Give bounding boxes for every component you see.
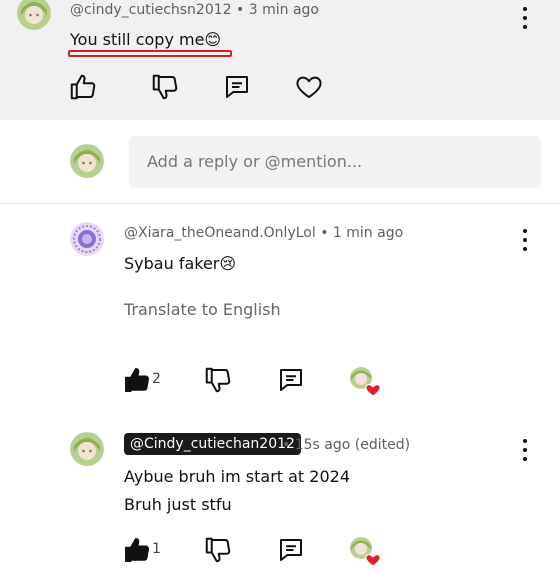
timestamp: 3 min ago: [248, 2, 319, 18]
more-vertical-icon[interactable]: [515, 437, 535, 463]
translate-link[interactable]: Translate to English: [124, 300, 281, 319]
like-count: 2: [152, 371, 161, 387]
reply-input[interactable]: Add a reply or @mention...: [129, 136, 541, 188]
avatar[interactable]: [70, 222, 104, 256]
reply-meta: @Xiara_theOneand.OnlyLol • 1 min ago: [124, 225, 403, 241]
reply-icon[interactable]: [276, 365, 306, 395]
author-handle[interactable]: @cindy_cutiechsn2012: [70, 2, 232, 18]
reply-placeholder: Add a reply or @mention...: [147, 152, 363, 171]
creator-heart-icon[interactable]: [349, 536, 381, 568]
more-vertical-icon[interactable]: [515, 227, 535, 253]
thumbs-down-icon[interactable]: [203, 535, 233, 565]
heart-icon[interactable]: [294, 72, 324, 102]
timestamp: 1 min ago: [332, 225, 404, 241]
current-user-avatar: [70, 144, 104, 178]
comment-meta: @cindy_cutiechsn2012 • 3 min ago: [70, 2, 319, 18]
divider: [0, 203, 560, 204]
thumbs-up-icon[interactable]: [122, 365, 152, 395]
avatar[interactable]: [17, 0, 51, 30]
comment-text: You still copy me😊: [70, 30, 222, 49]
thumbs-down-icon[interactable]: [203, 365, 233, 395]
thumbs-up-icon[interactable]: [122, 535, 152, 565]
thumbs-down-icon[interactable]: [150, 72, 180, 102]
separator: •: [236, 2, 245, 18]
thumbs-up-icon[interactable]: [68, 72, 98, 102]
reply-text-line: Aybue bruh im start at 2024: [124, 467, 351, 486]
highlight-underline: [68, 50, 232, 57]
timestamp: 15s ago (edited): [294, 437, 411, 453]
top-comment: @cindy_cutiechsn2012 • 3 min ago You sti…: [0, 0, 560, 120]
reply-icon[interactable]: [222, 72, 252, 102]
more-vertical-icon[interactable]: [515, 5, 535, 31]
author-handle[interactable]: @Xiara_theOneand.OnlyLol: [124, 225, 316, 241]
creator-heart-icon[interactable]: [349, 366, 381, 398]
reply-text: Sybau faker😢: [124, 254, 237, 273]
reply-text-line: Bruh just stfu: [124, 495, 232, 514]
author-handle-chip[interactable]: @Cindy_cutiechan2012: [124, 433, 301, 455]
like-count: 1: [152, 541, 161, 557]
separator: •: [320, 225, 329, 241]
reply-meta: • 15s ago (edited): [282, 437, 410, 453]
avatar[interactable]: [70, 432, 104, 466]
reply-icon[interactable]: [276, 535, 306, 565]
separator: •: [282, 437, 291, 453]
